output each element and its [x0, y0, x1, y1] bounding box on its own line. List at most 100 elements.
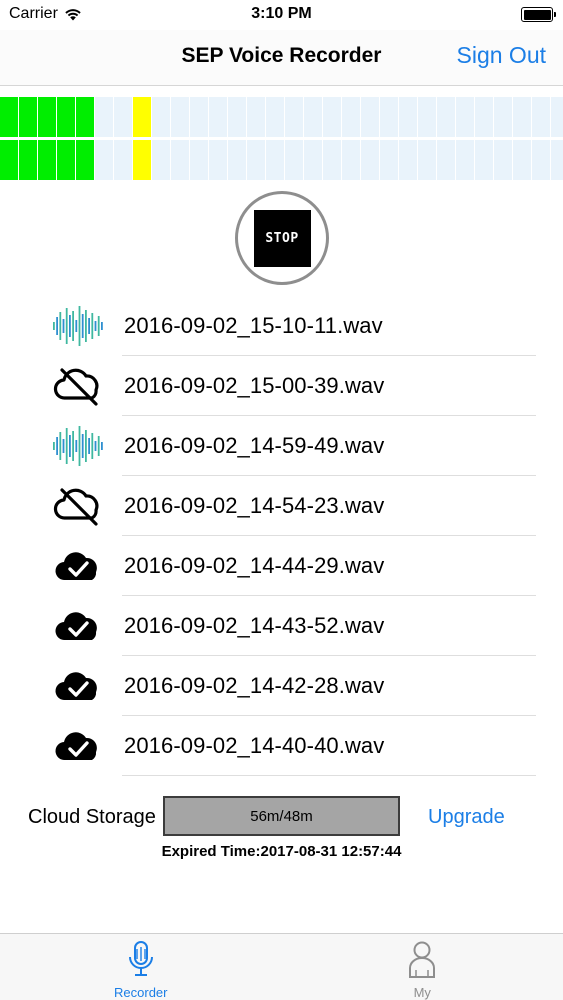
cloud-storage: Cloud Storage 56m/48m Upgrade [0, 796, 563, 840]
cloud-off-icon [50, 364, 106, 408]
tab-bar: Recorder My [0, 933, 563, 1000]
level-meter-cell [437, 140, 455, 180]
recording-item[interactable]: 2016-09-02_14-54-23.wav [50, 476, 536, 536]
level-meter-cell [475, 97, 493, 137]
level-meter-cell [418, 97, 436, 137]
level-meter-cell [456, 140, 474, 180]
person-icon [409, 941, 436, 978]
storage-progress-bar: 56m/48m [163, 796, 400, 836]
storage-usage-text: 56m/48m [250, 807, 313, 825]
level-meter-cell [380, 97, 398, 137]
level-meter-cell [323, 97, 341, 137]
level-meter-cell [228, 140, 246, 180]
recording-filename: 2016-09-02_14-59-49.wav [124, 433, 385, 458]
sign-out-button[interactable]: Sign Out [457, 42, 547, 69]
level-meter-cell [266, 97, 284, 137]
level-meter-cell [551, 140, 563, 180]
level-meter-cell [0, 97, 18, 137]
level-meter-cell [171, 140, 189, 180]
level-meter-cell [475, 140, 493, 180]
cloud-storage-label: Cloud Storage [28, 806, 156, 828]
level-meter-cell [95, 140, 113, 180]
level-meter-cell [0, 140, 18, 180]
level-meter-cell [114, 97, 132, 137]
level-meter-cell [456, 97, 474, 137]
level-meter-cell [380, 140, 398, 180]
tab-my-label: My [413, 985, 431, 1000]
cloud-check-icon [50, 664, 106, 708]
level-meter-cell [532, 140, 550, 180]
cloud-check-icon [50, 604, 106, 648]
level-meter-cell [19, 140, 37, 180]
recording-item[interactable]: 2016-09-02_14-42-28.wav [50, 656, 536, 716]
recording-filename: 2016-09-02_14-44-29.wav [124, 553, 385, 578]
level-meter [0, 97, 563, 181]
level-meter-cell [266, 140, 284, 180]
recording-item[interactable]: 2016-09-02_15-10-11.wav [50, 296, 536, 356]
cloud-check-icon [50, 544, 106, 588]
cloud-check-icon [50, 724, 106, 768]
level-meter-cell [152, 140, 170, 180]
level-meter-cell [190, 97, 208, 137]
level-meter-cell [494, 140, 512, 180]
stop-label: STOP [265, 230, 299, 246]
tab-recorder[interactable]: Recorder [0, 934, 282, 1000]
level-meter-cell [133, 97, 151, 137]
stop-record-button[interactable]: STOP [235, 191, 329, 285]
level-meter-cell [114, 140, 132, 180]
recording-filename: 2016-09-02_15-00-39.wav [124, 373, 385, 398]
level-meter-cell [247, 140, 265, 180]
cloud-check-icon [50, 784, 106, 792]
level-meter-cell [171, 97, 189, 137]
recordings-list[interactable]: 2016-09-02_15-10-11.wav 2016-09-02_15-00… [50, 296, 536, 792]
recording-item[interactable]: 2016-09-02_15-00-39.wav [50, 356, 536, 416]
level-meter-cell [76, 97, 94, 137]
level-meter-cell [304, 140, 322, 180]
level-meter-cell [323, 140, 341, 180]
level-meter-cell [513, 140, 531, 180]
level-meter-cell [209, 140, 227, 180]
level-meter-cell [342, 97, 360, 137]
waveform-icon [50, 424, 106, 468]
level-meter-row [0, 97, 563, 137]
battery-icon [521, 7, 556, 22]
level-meter-cell [532, 97, 550, 137]
level-meter-cell [418, 140, 436, 180]
microphone-icon [128, 941, 153, 976]
recording-item[interactable]: 2016-09-02_14-40-40.wav [50, 716, 536, 776]
status-bar: Carrier 3:10 PM [0, 0, 563, 30]
upgrade-button[interactable]: Upgrade [428, 806, 505, 829]
recording-item[interactable]: 2016-09-02_14-44-29.wav [50, 536, 536, 596]
tab-my[interactable]: My [282, 934, 563, 1000]
recording-filename: 2016-09-02_14-43-52.wav [124, 613, 385, 638]
level-meter-cell [57, 140, 75, 180]
level-meter-cell [190, 140, 208, 180]
recording-filename: 2016-09-02_14-40-40.wav [124, 733, 385, 758]
tab-recorder-label: Recorder [114, 985, 168, 1000]
level-meter-cell [133, 140, 151, 180]
level-meter-cell [513, 97, 531, 137]
recording-filename: 2016-09-02_15-10-11.wav [124, 313, 383, 338]
recording-filename: 2016-09-02_14-54-23.wav [124, 493, 385, 518]
level-meter-cell [209, 97, 227, 137]
level-meter-cell [38, 140, 56, 180]
level-meter-row [0, 140, 563, 180]
level-meter-cell [152, 97, 170, 137]
level-meter-cell [247, 97, 265, 137]
level-meter-cell [76, 140, 94, 180]
level-meter-cell [399, 140, 417, 180]
nav-bar: SEP Voice Recorder Sign Out [0, 30, 563, 86]
waveform-icon [50, 304, 106, 348]
recording-item[interactable] [50, 776, 536, 792]
level-meter-cell [57, 97, 75, 137]
level-meter-cell [304, 97, 322, 137]
cloud-off-icon [50, 484, 106, 528]
recording-item[interactable]: 2016-09-02_14-59-49.wav [50, 416, 536, 476]
level-meter-cell [551, 97, 563, 137]
level-meter-cell [285, 97, 303, 137]
level-meter-cell [95, 97, 113, 137]
level-meter-cell [399, 97, 417, 137]
level-meter-cell [38, 97, 56, 137]
level-meter-cell [361, 140, 379, 180]
recording-item[interactable]: 2016-09-02_14-43-52.wav [50, 596, 536, 656]
